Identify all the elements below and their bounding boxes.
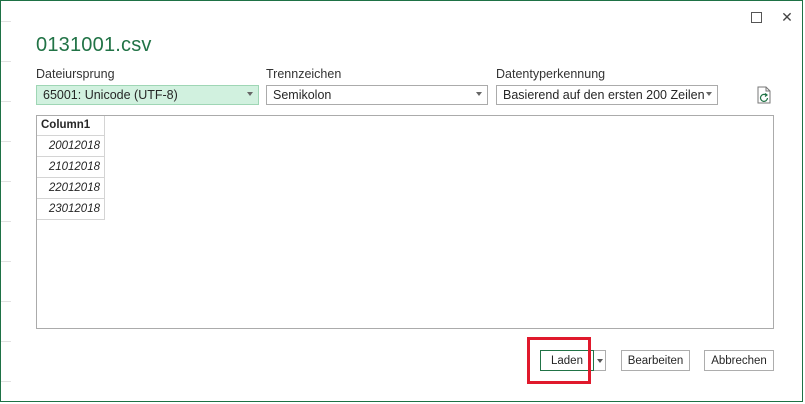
data-type-detection-select[interactable]: Basierend auf den ersten 200 Zeilen [496, 85, 718, 105]
background-gridline [1, 61, 11, 62]
file-origin-select[interactable]: 65001: Unicode (UTF-8) [36, 85, 259, 105]
refresh-file-icon[interactable] [756, 86, 772, 104]
file-origin-value: 65001: Unicode (UTF-8) [43, 88, 178, 102]
background-gridline [1, 101, 11, 102]
file-origin-label: Dateiursprung [36, 67, 115, 81]
cancel-button[interactable]: Abbrechen [704, 350, 774, 371]
load-button[interactable]: Laden [540, 350, 594, 371]
maximize-button[interactable] [745, 7, 767, 27]
load-options-dropdown[interactable] [594, 350, 606, 371]
table-cell: 21012018 [37, 157, 105, 178]
data-preview-table[interactable]: Column1 20012018 21012018 22012018 23012… [36, 115, 774, 329]
background-gridline [1, 21, 11, 22]
column-header: Column1 [37, 116, 105, 136]
chevron-down-icon [596, 358, 603, 363]
delimiter-label: Trennzeichen [266, 67, 342, 81]
background-gridline [1, 181, 11, 182]
background-gridline [1, 141, 11, 142]
maximize-icon [750, 11, 762, 23]
dialog-title: 0131001.csv [36, 34, 152, 56]
background-gridline [1, 301, 11, 302]
table-cell: 22012018 [37, 178, 105, 199]
background-gridline [1, 221, 11, 222]
delimiter-select[interactable]: Semikolon [266, 85, 488, 105]
background-gridline [1, 261, 11, 262]
chevron-down-icon [476, 92, 482, 96]
delimiter-value: Semikolon [273, 88, 332, 102]
chevron-down-icon [247, 92, 253, 96]
background-gridline [1, 381, 11, 382]
close-button[interactable]: ✕ [776, 7, 798, 27]
background-gridline [1, 341, 11, 342]
table-cell: 23012018 [37, 199, 105, 220]
chevron-down-icon [706, 92, 712, 96]
table-cell: 20012018 [37, 136, 105, 157]
data-type-detection-value: Basierend auf den ersten 200 Zeilen [503, 88, 705, 102]
data-type-detection-label: Datentyperkennung [496, 67, 606, 81]
close-icon: ✕ [781, 8, 793, 25]
import-dialog: ✕ 0131001.csv Dateiursprung Trennzeichen… [0, 0, 803, 402]
edit-button[interactable]: Bearbeiten [621, 350, 690, 371]
